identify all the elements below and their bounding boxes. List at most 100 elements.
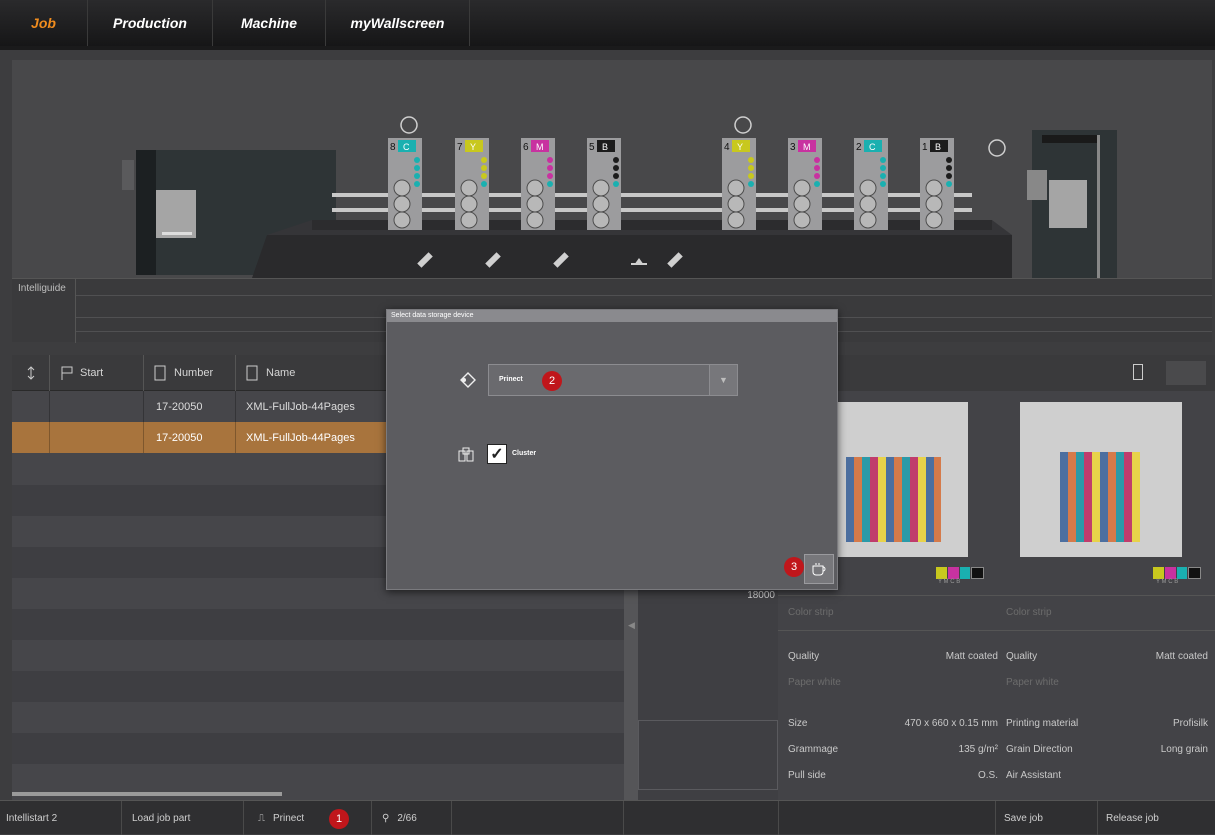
table-row[interactable] (12, 671, 624, 702)
page-view-icon[interactable] (1133, 364, 1143, 380)
document-icon (154, 365, 166, 381)
tab-bar: Job Production Machine myWallscreen (0, 0, 470, 46)
column-number[interactable]: Number (144, 355, 236, 391)
prop-value: Long grain (1160, 744, 1208, 755)
unit-number: 5 (589, 142, 595, 153)
annotation-badge-1: 1 (329, 809, 349, 829)
cluster-icon (458, 447, 474, 462)
job-number: 17-20050 (144, 391, 236, 422)
collapse-arrow-icon[interactable]: ◀ (628, 620, 635, 631)
prop-value: O.S. (977, 770, 998, 781)
cluster-checkbox[interactable]: ✓ (487, 444, 507, 464)
printing-unit[interactable]: 7Y (455, 138, 489, 230)
prop-label: Pull side (788, 770, 826, 781)
sort-icon[interactable] (12, 355, 50, 391)
prop-label: Size (788, 718, 808, 729)
tab-production[interactable]: Production (88, 0, 213, 46)
sheet-preview-front[interactable] (836, 402, 968, 557)
job-name: XML-FullJob-44Pages (246, 431, 355, 444)
printing-unit[interactable]: 2C (854, 138, 888, 230)
prop-value: Matt coated (1155, 651, 1208, 662)
feeder-display (156, 190, 196, 238)
prop-label: Paper white (1006, 677, 1059, 688)
document-icon (246, 365, 258, 381)
column-start-label: Start (80, 367, 104, 379)
delivery-display (1049, 180, 1087, 228)
tab-machine[interactable]: Machine (213, 0, 326, 46)
intellistart-button[interactable]: Intellistart 2 (0, 801, 122, 835)
unit-color: Y (470, 142, 476, 152)
prop-label: Grain Direction (1006, 744, 1073, 755)
quantity-value: 18000 (747, 590, 775, 601)
job-name: XML-FullJob-44Pages (246, 400, 355, 413)
load-job-part-button[interactable]: Load job part (122, 801, 244, 835)
storage-device-select[interactable]: Prinect ▼ (488, 364, 738, 396)
storage-device-value: Prinect (499, 376, 523, 383)
unit-color: M (803, 142, 811, 152)
prop-value: Matt coated (945, 651, 998, 662)
prop-value: Profisilk (1172, 718, 1208, 729)
printing-unit[interactable]: 8C (388, 138, 422, 230)
confirm-button[interactable] (804, 554, 834, 584)
printing-unit[interactable]: 1B (920, 138, 954, 230)
press-diagram: 8C7Y6M5B4Y3M2C1B (122, 116, 1117, 278)
color-swatch-labels: Y M C B (1156, 579, 1179, 585)
source-label: Prinect (273, 812, 305, 824)
save-job-button[interactable]: Save job (996, 801, 1098, 835)
printing-unit[interactable]: 4Y (722, 138, 756, 230)
cluster-label: Cluster (512, 450, 537, 457)
prop-label: Color strip (1006, 607, 1052, 618)
color-swatch-labels: Y M C B (938, 579, 961, 585)
table-row[interactable] (12, 609, 624, 640)
chevron-down-icon[interactable]: ▼ (709, 365, 737, 395)
prop-label: Printing material (1006, 718, 1079, 729)
unit-number: 7 (457, 142, 463, 153)
release-job-button[interactable]: Release job (1098, 801, 1215, 835)
unit-number: 6 (523, 142, 529, 153)
prop-label: Quality (1006, 651, 1038, 662)
press-overview: 8C7Y6M5B4Y3M2C1B (12, 60, 1212, 278)
storage-device-icon (460, 372, 476, 388)
select-storage-dialog: Select data storage device Prinect ▼ ✓ C… (386, 309, 838, 590)
table-row[interactable] (12, 733, 624, 764)
rotate-icon (400, 116, 1006, 157)
cluster-icon: ⎍ (258, 812, 265, 824)
view-toggle[interactable] (1166, 361, 1206, 385)
unit-number: 8 (390, 142, 396, 153)
color-swatches (1153, 567, 1201, 579)
prop-label: Color strip (788, 607, 834, 618)
source-button[interactable]: ⎍ Prinect (244, 801, 372, 835)
tab-job[interactable]: Job (0, 0, 88, 46)
unit-number: 3 (790, 142, 796, 153)
column-name[interactable]: Name (236, 355, 386, 391)
prop-label: Quality (788, 651, 820, 662)
column-number-label: Number (174, 367, 214, 379)
unit-color: C (403, 142, 410, 152)
prop-label: Air Assistant (1006, 770, 1062, 781)
filter-button[interactable]: ⚲ 2/66 (372, 801, 452, 835)
annotation-badge-2: 2 (542, 371, 562, 391)
printing-unit[interactable]: 6M (521, 138, 555, 230)
filter-count: 2/66 (397, 812, 417, 824)
printing-unit[interactable]: 5B (587, 138, 621, 230)
confirm-icon (812, 563, 826, 576)
filter-icon: ⚲ (382, 812, 390, 824)
bottom-toolbar: Intellistart 2 Load job part ⎍ Prinect ⚲… (0, 800, 1215, 835)
intelliguide-label: Intelliguide (18, 283, 66, 294)
color-swatches (936, 567, 984, 579)
middle-panel (638, 590, 778, 800)
prop-label: Paper white (788, 677, 841, 688)
annotation-badge-3: 3 (784, 557, 804, 577)
unit-number: 1 (922, 142, 928, 153)
column-start[interactable]: Start (50, 355, 144, 391)
dialog-title: Select data storage device (387, 310, 837, 322)
unit-color: M (536, 142, 544, 152)
horizontal-scrollbar[interactable] (12, 792, 282, 796)
unit-color: B (602, 142, 608, 152)
tab-mywallscreen[interactable]: myWallscreen (326, 0, 470, 46)
printing-units: 8C7Y6M5B4Y3M2C1B (388, 138, 954, 230)
prop-label: Grammage (788, 744, 839, 755)
printing-unit[interactable]: 3M (788, 138, 822, 230)
unit-color: B (935, 142, 941, 152)
sheet-preview-back[interactable] (1020, 402, 1182, 557)
